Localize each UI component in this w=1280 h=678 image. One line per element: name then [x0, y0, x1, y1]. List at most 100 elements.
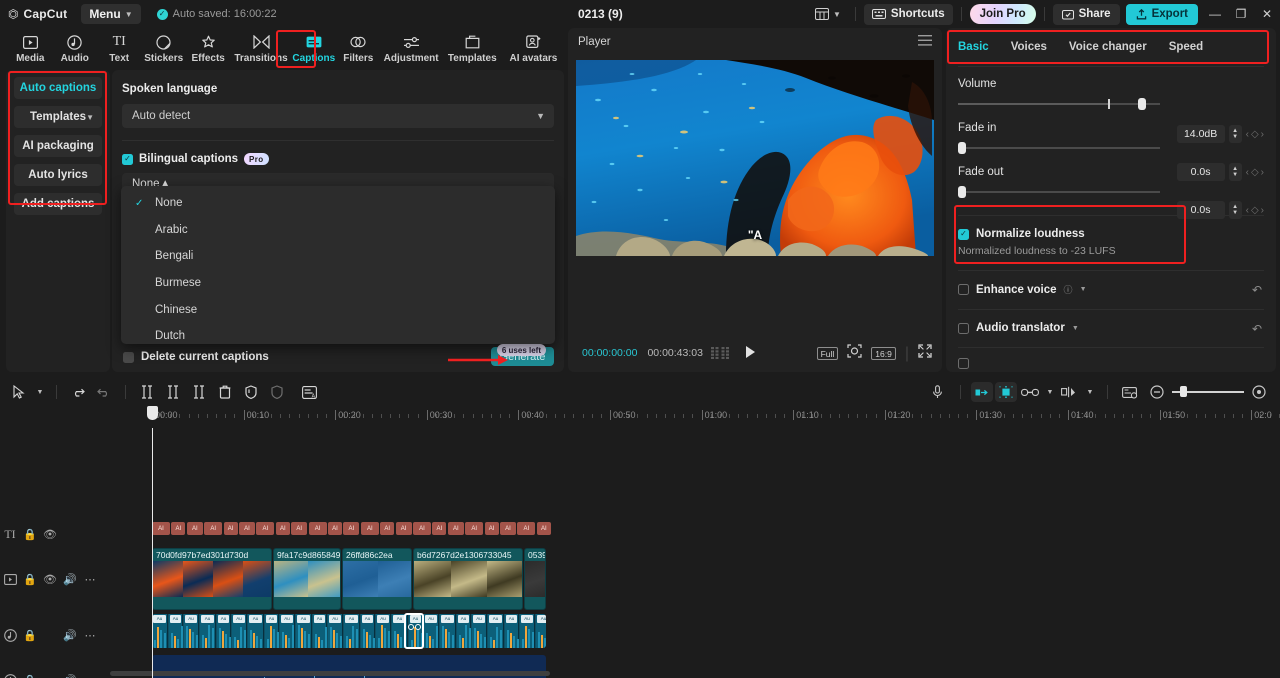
keyframe-next-icon[interactable]: › — [1261, 129, 1264, 140]
timeline-ruler[interactable]: 00:00 00:10 00:20 00:30 00:40 00:50 01:00 01:10… — [0, 406, 1280, 428]
caption-clip[interactable]: AI — [343, 522, 360, 535]
audio-segment[interactable]: Au — [280, 614, 295, 648]
tab-transitions[interactable]: Transitions — [230, 29, 291, 69]
audio-segment[interactable]: Au — [265, 614, 279, 648]
mask-button[interactable] — [238, 379, 264, 405]
delete-captions-checkbox[interactable] — [123, 351, 134, 363]
split-button[interactable] — [134, 379, 160, 405]
video-clip[interactable]: 26ffd86c2eа — [342, 548, 412, 610]
tab-ai-avatars[interactable]: AI avatars — [503, 29, 564, 69]
fit-mode-button[interactable]: Full — [816, 347, 839, 360]
caption-clip[interactable]: AI — [256, 522, 275, 535]
normalize-loudness-control[interactable]: ✓ Normalize loudness — [958, 228, 1264, 240]
caption-clip[interactable]: AI — [360, 522, 379, 535]
slider-knob[interactable] — [958, 186, 966, 198]
caption-clip[interactable]: AI — [328, 522, 342, 535]
volume-icon[interactable]: 🔊 — [60, 629, 80, 642]
selected-clip-outline[interactable] — [404, 613, 424, 649]
audio-segment[interactable]: Au — [344, 614, 360, 648]
zoom-slider-knob[interactable] — [1180, 386, 1187, 397]
enhance-voice-control[interactable]: Enhance voice ⓘ ▼ — [958, 283, 1264, 296]
audio-segment[interactable]: Au — [200, 614, 216, 648]
chevron-down-icon[interactable]: ▼ — [1072, 325, 1079, 332]
sidebar-item-auto-lyrics[interactable]: Auto lyrics — [14, 164, 102, 186]
bilingual-checkbox[interactable]: ✓ — [122, 153, 133, 165]
player-menu-button[interactable] — [918, 33, 932, 51]
caption-clip[interactable]: AI — [517, 522, 536, 535]
eye-icon[interactable]: 👁 — [40, 528, 60, 541]
link-caret-button[interactable]: ▼ — [1043, 379, 1057, 405]
tab-text[interactable]: TI Text — [97, 29, 141, 69]
dropdown-option-none[interactable]: ✓ None — [121, 190, 555, 217]
slider-knob[interactable] — [1138, 98, 1146, 110]
tab-basic[interactable]: Basic — [958, 41, 989, 53]
sidebar-item-auto-captions[interactable]: Auto captions — [14, 77, 102, 99]
enhance-voice-row[interactable]: Enhance voice ⓘ ▼ ↶ — [946, 283, 1276, 297]
audio-segment[interactable]: Au — [232, 614, 247, 648]
audio-segment[interactable]: Au — [361, 614, 375, 648]
fade-out-value[interactable]: 0.0s — [1176, 201, 1225, 219]
fade-in-stepper[interactable]: ▲ ▼ — [1228, 163, 1242, 181]
bilingual-language-dropdown[interactable]: ✓ None Arabic Bengali Burmese Chinese Du… — [121, 186, 555, 344]
tab-speed[interactable]: Speed — [1169, 41, 1204, 53]
video-clip[interactable]: 70d0fd97b7ed301d730d — [152, 548, 272, 610]
playhead[interactable] — [152, 428, 153, 678]
tab-voices[interactable]: Voices — [1011, 41, 1047, 53]
more-icon[interactable]: ⋯ — [80, 674, 100, 678]
lock-icon[interactable]: 🔒 — [20, 674, 40, 678]
zoom-out-button[interactable] — [1144, 379, 1170, 405]
volume-stepper[interactable]: ▲ ▼ — [1228, 125, 1242, 143]
audio-segment[interactable]: Au — [505, 614, 519, 648]
share-button[interactable]: Share — [1052, 3, 1120, 25]
join-pro-button[interactable]: Join Pro — [969, 4, 1036, 24]
tab-effects[interactable]: Effects — [186, 29, 230, 69]
dropdown-option-chinese[interactable]: Chinese — [121, 296, 555, 323]
auto-fit-button[interactable] — [995, 382, 1017, 402]
audio-translator-control[interactable]: Audio translator ▼ — [958, 322, 1264, 334]
caption-clip[interactable]: AI — [465, 522, 484, 535]
caption-clip[interactable]: AI — [536, 522, 551, 535]
video-clip[interactable]: 0539 — [524, 548, 546, 610]
audio-segment[interactable]: Au — [217, 614, 231, 648]
trim-left-button[interactable] — [160, 379, 186, 405]
timeline-hscrollbar[interactable] — [110, 671, 550, 676]
fullscreen-button[interactable] — [918, 344, 932, 363]
spoken-language-select[interactable]: Auto detect ▼ — [122, 104, 554, 128]
audio-segment[interactable]: Au — [488, 614, 504, 648]
lock-icon[interactable]: 🔒 — [20, 573, 40, 586]
video-clip[interactable]: 9fa17c9d8658495 — [273, 548, 341, 610]
fade-out-keyframe-controls[interactable]: ‹ ◇ › — [1246, 205, 1264, 216]
tab-voice-changer[interactable]: Voice changer — [1069, 41, 1147, 53]
close-button[interactable]: ✕ — [1254, 0, 1280, 28]
caption-clip[interactable]: AI — [152, 522, 170, 535]
dropdown-option-dutch[interactable]: Dutch — [121, 323, 555, 344]
next-option-checkbox[interactable] — [958, 358, 969, 369]
keyframe-add-icon[interactable]: ◇ — [1251, 205, 1259, 216]
more-icon[interactable]: ⋯ — [80, 573, 100, 586]
tab-captions[interactable]: Captions — [292, 29, 336, 69]
caption-clip[interactable]: AI — [395, 522, 412, 535]
fade-in-slider[interactable] — [958, 141, 1160, 155]
keyframe-prev-icon[interactable]: ‹ — [1246, 205, 1249, 216]
slider-knob[interactable] — [958, 142, 966, 154]
audio-segment[interactable]: Au — [472, 614, 487, 648]
audio-segment[interactable]: Au — [457, 614, 471, 648]
timeline-zoom-slider[interactable] — [1172, 384, 1244, 400]
next-option-row[interactable] — [946, 358, 1276, 369]
audio-segment[interactable]: Au — [152, 614, 168, 648]
microphone-button[interactable] — [924, 379, 950, 405]
magnet-button[interactable] — [971, 382, 993, 402]
export-button[interactable]: Export — [1125, 3, 1198, 25]
dropdown-option-arabic[interactable]: Arabic — [121, 217, 555, 244]
tab-audio[interactable]: Audio — [52, 29, 96, 69]
tab-media[interactable]: Media — [8, 29, 52, 69]
fade-out-stepper[interactable]: ▲ ▼ — [1228, 201, 1242, 219]
caption-clip[interactable]: AI — [186, 522, 203, 535]
audio-segment[interactable]: Au — [328, 614, 343, 648]
audio-translator-checkbox[interactable] — [958, 322, 969, 334]
audio-segment[interactable]: Au — [296, 614, 312, 648]
redo-button[interactable] — [91, 379, 117, 405]
volume-icon[interactable]: 🔊 — [60, 573, 80, 586]
minimize-button[interactable]: — — [1202, 0, 1228, 28]
caption-clip[interactable]: AI — [239, 522, 255, 535]
